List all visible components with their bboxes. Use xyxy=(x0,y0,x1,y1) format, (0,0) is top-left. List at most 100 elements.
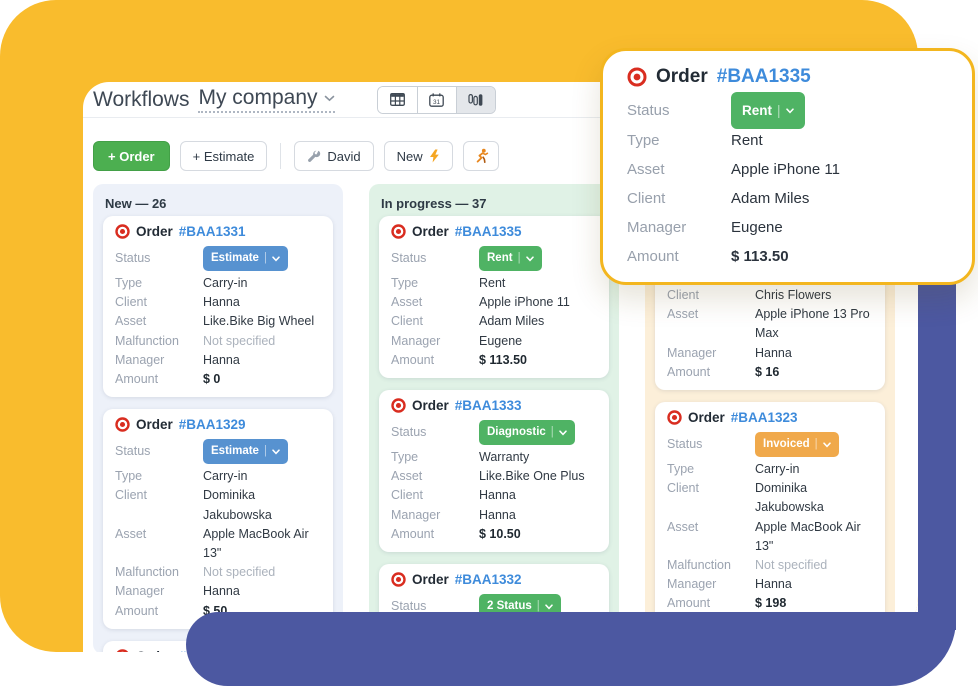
field-value: Not specified xyxy=(203,333,276,348)
card-field-row: Type Carry-in xyxy=(115,467,321,486)
card-field-row: Asset Apple iPhone 11 xyxy=(391,293,597,312)
order-card[interactable]: Order #BAA1329 Status Estimate | Type Carry-in… xyxy=(103,409,333,629)
card-field-row: Manager Eugene xyxy=(627,213,948,242)
field-label: Asset xyxy=(391,295,423,310)
card-field-row: Client Dominika Jakubowska xyxy=(667,479,873,517)
field-value: Warranty xyxy=(479,450,530,465)
status-badge[interactable]: Estimate | xyxy=(203,245,288,272)
order-number-link[interactable]: #BAA1329 xyxy=(179,417,246,432)
field-value: $ 16 xyxy=(755,364,780,379)
order-card-header: Order #BAA1332 xyxy=(391,572,597,587)
company-selector[interactable]: My company xyxy=(198,86,335,113)
popup-rows: Status Rent | Type Rent Asset Apple iPhone 11 C… xyxy=(627,92,948,271)
status-badge-divider: | xyxy=(517,251,521,264)
field-label: Asset xyxy=(667,519,699,534)
order-number-link[interactable]: #BAA1331 xyxy=(179,224,246,239)
order-card-prefix: Order xyxy=(412,572,449,588)
field-label: Asset xyxy=(391,469,423,484)
field-value: Rent xyxy=(731,132,763,149)
card-field-row: Manager Eugene xyxy=(391,332,597,351)
field-label: Type xyxy=(627,132,660,149)
field-label: Malfunction xyxy=(115,565,179,580)
page-title: Workflows xyxy=(93,87,190,111)
filter-new-button[interactable]: New xyxy=(383,141,453,171)
field-value: Apple iPhone 11 xyxy=(479,295,570,310)
order-number-link[interactable]: #BAA1333 xyxy=(455,398,522,413)
card-field-row: Asset Apple MacBook Air 13" xyxy=(667,518,873,556)
order-card-header: Order #BAA1329 xyxy=(115,417,321,432)
card-field-row: Client Hanna xyxy=(391,486,597,505)
field-label: Client xyxy=(667,481,699,496)
order-target-icon xyxy=(391,398,406,413)
chevron-down-icon xyxy=(545,603,553,610)
quick-action-button[interactable] xyxy=(462,141,499,171)
column-header: In progress — 37 xyxy=(381,196,487,211)
status-badge[interactable]: Rent | xyxy=(731,92,805,129)
field-label: Client xyxy=(115,295,147,310)
card-field-row: Client Hanna xyxy=(115,293,321,312)
order-number-link[interactable]: #BAA1332 xyxy=(455,572,522,587)
chevron-down-icon xyxy=(785,107,794,113)
status-badge[interactable]: Estimate | xyxy=(203,439,288,465)
field-label: Asset xyxy=(115,526,147,541)
calendar-icon: 31 xyxy=(429,92,444,107)
field-label: Manager xyxy=(667,577,717,592)
decor-blue-shadow-strip xyxy=(918,250,956,630)
field-label: Amount xyxy=(115,372,159,387)
order-card[interactable]: Order #BAA1323 Status Invoiced | Type Carry-in… xyxy=(655,402,885,622)
status-badge[interactable]: Diagnostic | xyxy=(479,419,575,446)
card-status-row: Status Rent | xyxy=(391,245,597,272)
field-value: Apple MacBook Air 13" xyxy=(755,519,861,553)
chevron-down-icon xyxy=(324,95,334,101)
order-number-link[interactable]: #BAA1335 xyxy=(455,224,522,239)
card-field-row: Amount $ 113.50 xyxy=(627,242,948,271)
field-label: Status xyxy=(391,424,427,439)
status-badge-label: Rent xyxy=(487,251,513,264)
status-badge-label: Diagnostic xyxy=(487,425,546,438)
field-value: Not specified xyxy=(755,558,828,573)
card-status-row: Status Estimate | xyxy=(115,439,321,465)
card-field-row: Manager Hanna xyxy=(115,351,321,370)
order-target-icon xyxy=(667,410,682,425)
field-label: Malfunction xyxy=(667,558,731,573)
field-label: Manager xyxy=(115,352,165,367)
order-card[interactable]: Order #BAA1331 Status Estimate | Type Carry-in… xyxy=(103,216,333,398)
order-number-link[interactable]: #BAA1323 xyxy=(731,410,798,425)
status-badge-label: Rent xyxy=(742,103,772,118)
card-status-row: Status Estimate | xyxy=(115,245,321,272)
filter-new-label: New xyxy=(396,148,423,164)
field-label: Status xyxy=(667,436,703,451)
field-label: Asset xyxy=(627,161,665,178)
board-column: New — 26 Order #BAA1331 Status Estimate | Type… xyxy=(93,184,343,652)
order-card[interactable]: Order #BAA1333 Status Diagnostic | Type Warran… xyxy=(379,390,609,553)
field-label: Type xyxy=(115,469,143,484)
field-label: Amount xyxy=(391,526,435,541)
field-value: Rent xyxy=(479,276,506,290)
add-estimate-button[interactable]: + Estimate xyxy=(179,141,268,171)
card-field-row: Client Chris Flowers xyxy=(667,286,873,305)
field-value: Dominika Jakubowska xyxy=(203,488,272,522)
field-label: Amount xyxy=(115,603,159,618)
status-badge[interactable]: Invoiced | xyxy=(755,431,839,458)
calendar-view-button[interactable]: 31 xyxy=(416,86,456,113)
status-badge-divider: | xyxy=(550,425,554,438)
card-field-row: Type Carry-in xyxy=(667,460,873,479)
card-field-row: Type Rent xyxy=(391,274,597,293)
status-badge[interactable]: Rent | xyxy=(479,245,542,272)
status-badge-divider: | xyxy=(777,103,781,118)
field-label: Malfunction xyxy=(115,333,179,348)
view-switcher: 31 xyxy=(376,85,496,114)
order-card-header: Order #BAA1335 xyxy=(391,224,597,239)
decor-blue-shadow-band xyxy=(186,612,956,686)
add-order-button[interactable]: + Order xyxy=(93,141,170,171)
order-card-header: Order #BAA1333 xyxy=(391,398,597,413)
table-view-button[interactable] xyxy=(377,86,417,113)
kanban-view-button[interactable] xyxy=(455,86,495,113)
order-target-icon xyxy=(627,67,647,87)
filter-david-button[interactable]: David xyxy=(294,141,374,171)
chevron-down-icon xyxy=(559,429,567,436)
card-field-row: Type Warranty xyxy=(391,448,597,467)
status-badge-label: Estimate xyxy=(211,445,259,458)
popup-order-number-link[interactable]: #BAA1335 xyxy=(717,66,811,88)
order-card[interactable]: Order #BAA1335 Status Rent | Type Rent Asset App… xyxy=(379,216,609,379)
